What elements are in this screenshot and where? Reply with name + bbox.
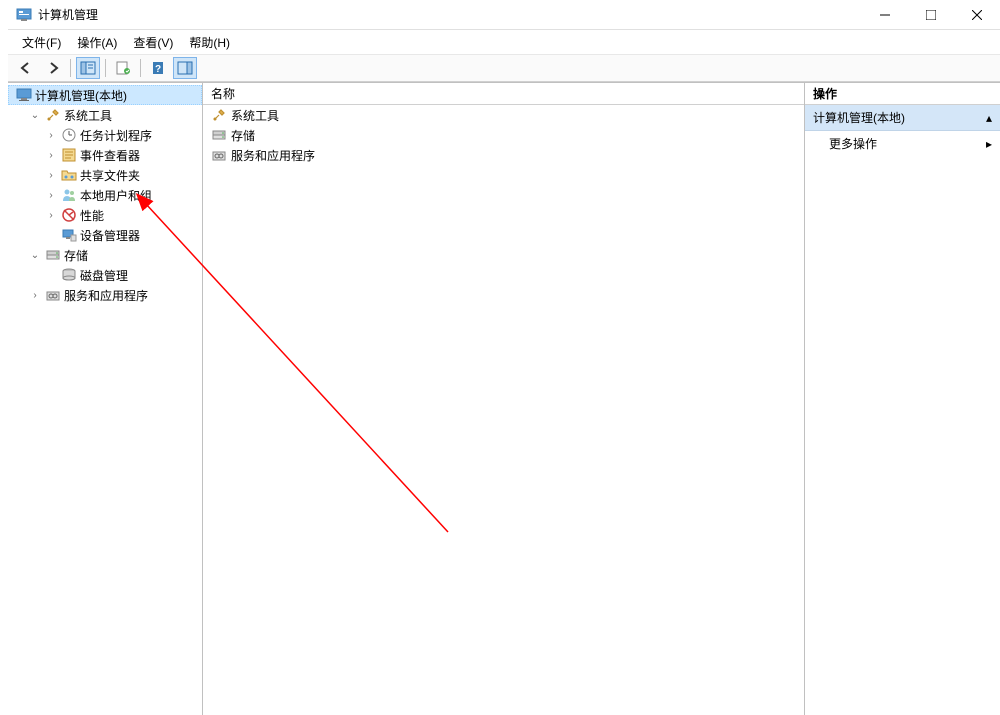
expand-icon[interactable]: ›	[44, 208, 58, 222]
help-button[interactable]: ?	[146, 57, 170, 79]
actions-group-header[interactable]: 计算机管理(本地) ▴	[805, 105, 1000, 131]
menu-help[interactable]: 帮助(H)	[183, 32, 236, 53]
tree-event-viewer-label: 事件查看器	[80, 147, 140, 164]
tree-shared-folders[interactable]: › 共享文件夹	[40, 165, 202, 185]
tree-services-apps-label: 服务和应用程序	[64, 287, 148, 304]
expand-icon[interactable]: ›	[28, 288, 42, 302]
users-icon	[61, 187, 77, 203]
svg-text:?: ?	[155, 64, 161, 75]
tree-local-users-groups[interactable]: › 本地用户和组	[40, 185, 202, 205]
actions-header: 操作	[805, 83, 1000, 105]
tree-task-scheduler-label: 任务计划程序	[80, 127, 152, 144]
properties-button[interactable]	[111, 57, 135, 79]
tree-device-manager[interactable]: › 设备管理器	[40, 225, 202, 245]
titlebar: 计算机管理	[8, 0, 1000, 30]
storage-icon	[45, 247, 61, 263]
tree-task-scheduler[interactable]: › 任务计划程序	[40, 125, 202, 145]
list-item-services-apps[interactable]: 服务和应用程序	[203, 145, 804, 165]
window-title: 计算机管理	[38, 6, 862, 23]
tree-performance-label: 性能	[80, 207, 104, 224]
toolbar-separator	[70, 59, 71, 77]
tree-storage[interactable]: ⌄ 存储	[24, 245, 202, 265]
expand-icon[interactable]: ›	[44, 168, 58, 182]
tree-disk-management[interactable]: › 磁盘管理	[40, 265, 202, 285]
collapse-icon[interactable]: ⌄	[28, 108, 42, 122]
actions-panel: 操作 计算机管理(本地) ▴ 更多操作 ▸	[805, 83, 1000, 715]
tree-performance[interactable]: › 性能	[40, 205, 202, 225]
tree-system-tools-label: 系统工具	[64, 107, 112, 124]
device-icon	[61, 227, 77, 243]
list-item-label: 存储	[231, 127, 255, 144]
performance-icon	[61, 207, 77, 223]
disk-icon	[61, 267, 77, 283]
menubar: 文件(F) 操作(A) 查看(V) 帮助(H)	[8, 30, 1000, 54]
tools-icon	[45, 107, 61, 123]
expand-icon[interactable]: ›	[44, 188, 58, 202]
tree-storage-label: 存储	[64, 247, 88, 264]
collapse-icon: ▴	[986, 111, 992, 125]
show-hide-tree-button[interactable]	[76, 57, 100, 79]
content-area: 计算机管理(本地) ⌄ 系统工具 › 任务计划程序	[8, 82, 1000, 715]
menu-action[interactable]: 操作(A)	[71, 32, 123, 53]
menu-view[interactable]: 查看(V)	[127, 32, 179, 53]
expand-icon[interactable]: ›	[44, 128, 58, 142]
tree-local-users-groups-label: 本地用户和组	[80, 187, 152, 204]
folder-share-icon	[61, 167, 77, 183]
maximize-button[interactable]	[908, 0, 954, 30]
minimize-button[interactable]	[862, 0, 908, 30]
chevron-right-icon: ▸	[986, 137, 992, 151]
event-icon	[61, 147, 77, 163]
actions-group-label: 计算机管理(本地)	[813, 109, 905, 126]
tree-root[interactable]: 计算机管理(本地)	[8, 85, 202, 105]
list-header-name[interactable]: 名称	[203, 83, 804, 105]
app-icon	[16, 7, 32, 23]
tree-event-viewer[interactable]: › 事件查看器	[40, 145, 202, 165]
menu-file[interactable]: 文件(F)	[16, 32, 67, 53]
expand-icon[interactable]: ›	[44, 148, 58, 162]
computer-icon	[16, 87, 32, 103]
toolbar-separator	[105, 59, 106, 77]
forward-button[interactable]	[41, 57, 65, 79]
back-button[interactable]	[14, 57, 38, 79]
tree-root-label: 计算机管理(本地)	[35, 87, 127, 104]
tree-services-apps[interactable]: › 服务和应用程序	[24, 285, 202, 305]
actions-more[interactable]: 更多操作 ▸	[805, 131, 1000, 156]
show-hide-actions-button[interactable]	[173, 57, 197, 79]
tree-shared-folders-label: 共享文件夹	[80, 167, 140, 184]
services-icon	[45, 287, 61, 303]
collapse-icon[interactable]: ⌄	[28, 248, 42, 262]
list-panel: 名称 系统工具 存储 服务和应用程序	[203, 83, 805, 715]
services-icon	[211, 147, 227, 163]
toolbar-separator	[140, 59, 141, 77]
clock-icon	[61, 127, 77, 143]
storage-icon	[211, 127, 227, 143]
toolbar: ?	[8, 54, 1000, 82]
list-item-storage[interactable]: 存储	[203, 125, 804, 145]
tree-device-manager-label: 设备管理器	[80, 227, 140, 244]
tree-panel: 计算机管理(本地) ⌄ 系统工具 › 任务计划程序	[8, 83, 203, 715]
tools-icon	[211, 107, 227, 123]
close-button[interactable]	[954, 0, 1000, 30]
list-item-label: 服务和应用程序	[231, 147, 315, 164]
list-item-system-tools[interactable]: 系统工具	[203, 105, 804, 125]
list-item-label: 系统工具	[231, 107, 279, 124]
actions-more-label: 更多操作	[829, 135, 877, 152]
tree-disk-management-label: 磁盘管理	[80, 267, 128, 284]
tree-system-tools[interactable]: ⌄ 系统工具	[24, 105, 202, 125]
